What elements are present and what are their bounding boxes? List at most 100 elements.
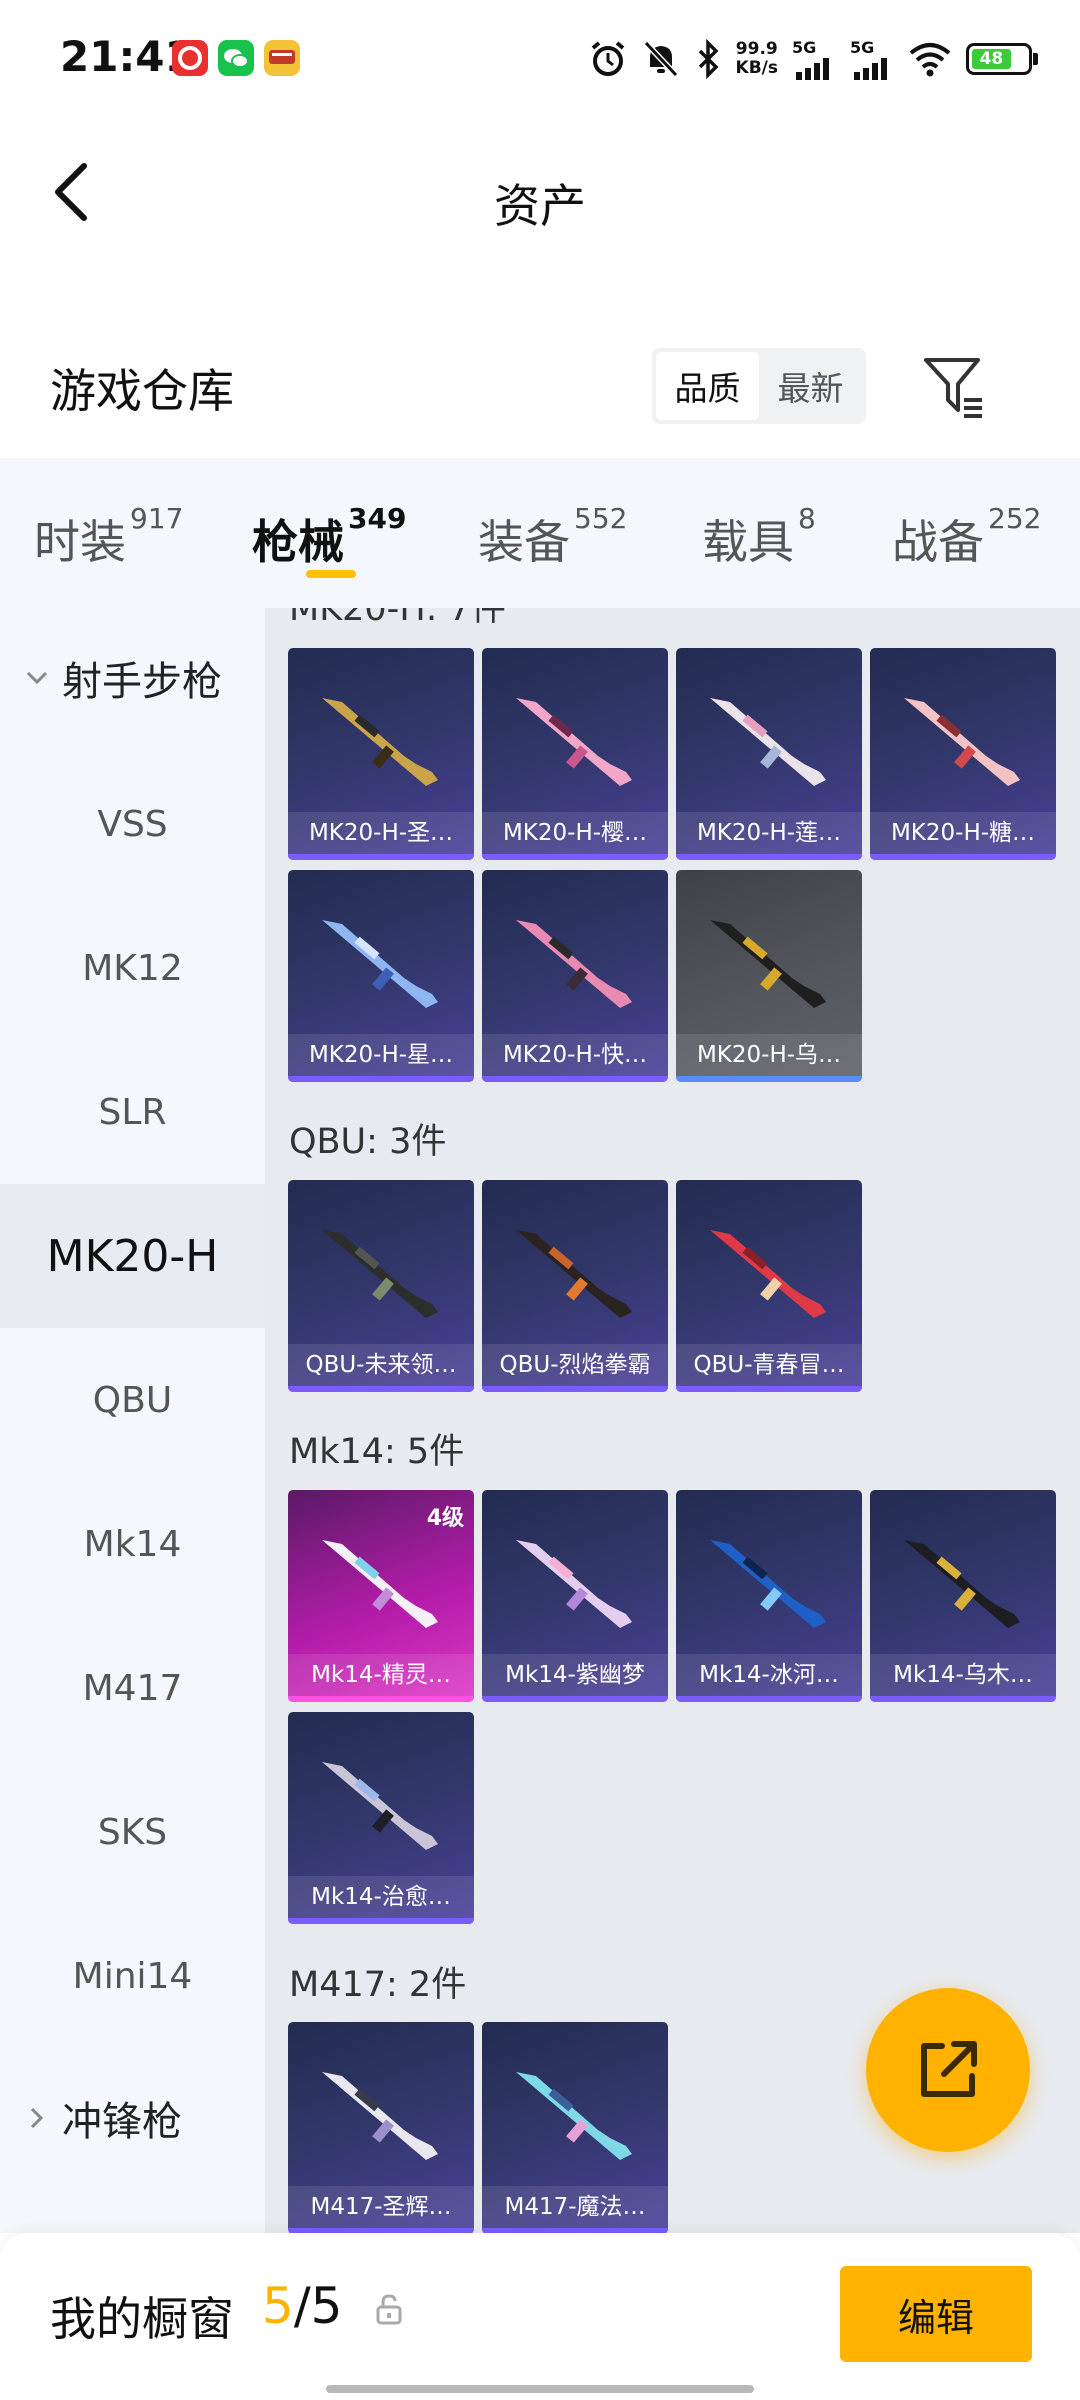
battery-icon: 48 — [966, 43, 1038, 75]
skin-card[interactable]: QBU-烈焰拳霸 — [482, 1180, 668, 1392]
tab-label: 战备 — [892, 515, 984, 569]
rarity-bar — [288, 1696, 474, 1702]
sort-latest-button[interactable]: 最新 — [759, 352, 862, 420]
network-speed-unit: KB/s — [735, 58, 778, 78]
skin-card[interactable]: Mk14-治愈… — [288, 1712, 474, 1924]
edit-button[interactable]: 编辑 — [840, 2266, 1032, 2362]
tab-label: 枪械 — [252, 515, 344, 569]
skin-card[interactable]: MK20-H-乌… — [676, 870, 862, 1082]
tab-equipment[interactable]: 装备 552 — [478, 502, 627, 572]
page-title: 资产 — [494, 179, 586, 233]
skin-name: Mk14-治愈… — [288, 1876, 474, 1918]
sidebar-item-mk20h[interactable]: MK20-H — [0, 1184, 265, 1328]
skin-card[interactable]: MK20-H-莲… — [676, 648, 862, 860]
skin-name: QBU-烈焰拳霸 — [482, 1344, 668, 1386]
sidebar-item-mk14[interactable]: Mk14 — [0, 1472, 265, 1616]
rarity-bar — [482, 1386, 668, 1392]
skin-name: MK20-H-快… — [482, 1034, 668, 1076]
skin-card[interactable]: Mk14-紫幽梦 — [482, 1490, 668, 1702]
skin-name: MK20-H-乌… — [676, 1034, 862, 1076]
sim2-label: 5G — [850, 38, 875, 57]
sort-toggle: 品质 最新 — [652, 348, 866, 424]
rifle-image — [322, 920, 438, 1008]
skin-name: MK20-H-星… — [288, 1034, 474, 1076]
tab-count: 917 — [130, 502, 184, 535]
group-title-mk20h: MK20-H: 7件 — [289, 608, 506, 629]
sort-quality-button[interactable]: 品质 — [656, 352, 759, 420]
showcase-label: 我的橱窗 — [50, 2292, 234, 2346]
netease-music-icon — [172, 40, 208, 76]
chevron-down-icon — [26, 671, 48, 685]
rarity-bar — [676, 1696, 862, 1702]
wifi-icon — [909, 43, 951, 77]
tab-fashion[interactable]: 时装 917 — [34, 502, 183, 572]
sidebar-item-sks[interactable]: SKS — [0, 1760, 265, 1904]
weapon-type-list: 射手步枪 VSS MK12 SLR MK20-H QBU Mk14 M417 S… — [0, 608, 265, 2233]
showcase-bar: 我的橱窗 5/5 编辑 — [0, 2233, 1080, 2400]
tab-label: 时装 — [34, 515, 126, 569]
tab-label: 装备 — [478, 515, 570, 569]
rifle-image — [322, 2072, 438, 2160]
app-root: 21:41 99.9 KB/s 5G 5G 48 资产 游戏仓库 品质 最新 时… — [0, 0, 1080, 2400]
sidebar-item-m417[interactable]: M417 — [0, 1616, 265, 1760]
skin-card[interactable]: Mk14-乌木… — [870, 1490, 1056, 1702]
skin-card[interactable]: MK20-H-星… — [288, 870, 474, 1082]
rarity-bar — [870, 854, 1056, 860]
status-icons: 99.9 KB/s 5G 5G 48 — [588, 34, 1038, 84]
skin-card[interactable]: QBU-未来领… — [288, 1180, 474, 1392]
sidebar-item-mini14[interactable]: Mini14 — [0, 1904, 265, 2048]
skin-card[interactable]: M417-魔法… — [482, 2022, 668, 2233]
active-tab-indicator — [306, 570, 356, 578]
rifle-image — [322, 1230, 438, 1318]
level-badge: 4级 — [426, 1506, 464, 1531]
tab-vehicles[interactable]: 载具 8 — [702, 502, 816, 572]
skin-name: Mk14-精灵… — [288, 1654, 474, 1696]
sidebar-item-mk12[interactable]: MK12 — [0, 896, 265, 1040]
rarity-bar — [482, 1696, 668, 1702]
skin-card[interactable]: MK20-H-圣… — [288, 648, 474, 860]
network-speed-value: 99.9 — [735, 39, 778, 59]
game-app-icon — [264, 40, 300, 76]
group-smg[interactable]: 冲锋枪 — [0, 2068, 265, 2168]
home-indicator[interactable] — [326, 2385, 754, 2393]
sidebar-item-qbu[interactable]: QBU — [0, 1328, 265, 1472]
rarity-bar — [288, 1076, 474, 1082]
rifle-image — [516, 1540, 632, 1628]
filter-button[interactable] — [920, 352, 990, 422]
skin-card[interactable]: MK20-H-樱… — [482, 648, 668, 860]
sidebar-item-slr[interactable]: SLR — [0, 1040, 265, 1184]
group-marksman-rifles[interactable]: 射手步枪 — [0, 628, 265, 728]
mute-icon — [643, 40, 678, 78]
bluetooth-icon — [698, 39, 719, 79]
sim2-signal: 5G — [850, 38, 894, 80]
group-title-qbu: QBU: 3件 — [289, 1122, 447, 1162]
tab-supplies[interactable]: 战备 252 — [892, 502, 1041, 572]
share-external-icon — [921, 2041, 977, 2097]
skin-card[interactable]: MK20-H-快… — [482, 870, 668, 1082]
skin-name: Mk14-乌木… — [870, 1654, 1056, 1696]
skin-name: MK20-H-圣… — [288, 812, 474, 854]
rarity-bar — [870, 1696, 1056, 1702]
rarity-bar — [482, 1076, 668, 1082]
skin-name: QBU-青春冒… — [676, 1344, 862, 1386]
rifle-image — [710, 1230, 826, 1318]
skin-name: MK20-H-糖… — [870, 812, 1056, 854]
group-title-mk14: Mk14: 5件 — [289, 1432, 465, 1472]
rifle-image — [322, 698, 438, 786]
showcase-current: 5 — [262, 2277, 294, 2335]
battery-level: 48 — [972, 49, 1011, 69]
wechat-icon — [218, 40, 254, 76]
skin-card[interactable]: Mk14-冰河… — [676, 1490, 862, 1702]
tab-count: 552 — [574, 502, 628, 535]
skin-name: QBU-未来领… — [288, 1344, 474, 1386]
skin-card[interactable]: M417-圣辉… — [288, 2022, 474, 2233]
rifle-image — [710, 698, 826, 786]
sidebar-item-vss[interactable]: VSS — [0, 752, 265, 896]
skin-card[interactable]: 4级 Mk14-精灵… — [288, 1490, 474, 1702]
skin-card[interactable]: QBU-青春冒… — [676, 1180, 862, 1392]
skin-card[interactable]: MK20-H-糖… — [870, 648, 1056, 860]
share-button[interactable] — [866, 1988, 1030, 2152]
rifle-image — [904, 1540, 1020, 1628]
tab-firearms[interactable]: 枪械 349 — [252, 502, 406, 572]
rifle-image — [516, 2072, 632, 2160]
